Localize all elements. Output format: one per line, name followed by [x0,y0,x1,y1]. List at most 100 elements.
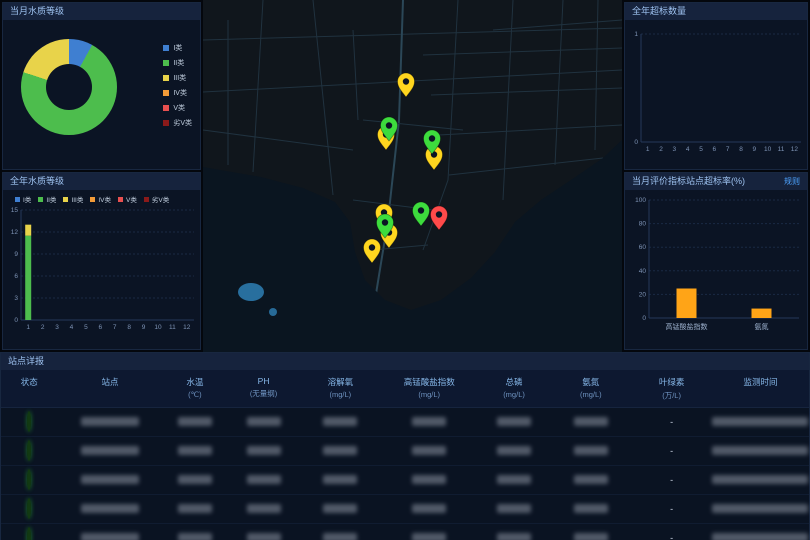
status-led [27,498,31,519]
svg-text:0: 0 [642,315,646,322]
status-led [27,469,31,490]
redacted-water-temp [178,533,212,540]
svg-text:12: 12 [11,229,19,236]
svg-text:8: 8 [127,324,131,331]
legend-item[interactable]: I类 [163,43,192,53]
redacted-ph [247,446,281,455]
rules-link[interactable]: 规则 [784,173,800,190]
svg-text:9: 9 [14,251,18,258]
redacted-monitor-time [712,446,808,455]
legend-label: II类 [173,58,184,68]
map-bay-highlight [238,283,264,301]
table-row[interactable]: - [1,408,809,437]
svg-text:9: 9 [753,146,757,153]
station-map[interactable] [203,0,622,352]
svg-text:3: 3 [55,324,59,331]
svg-text:0: 0 [634,139,638,146]
chlorophyll-value: - [631,417,712,427]
svg-text:12: 12 [791,146,799,153]
svg-text:2: 2 [41,324,45,331]
legend-item[interactable]: V类 [118,194,137,204]
redacted-dissolved-oxygen [323,533,357,540]
status-led [27,411,31,432]
panel-month-rate-header: 当月评价指标站点超标率(%) 规则 [625,173,807,190]
legend-item[interactable]: III类 [63,194,83,204]
legend-swatch [163,45,169,51]
redacted-station-name [81,475,139,484]
redacted-total-phosphorus [497,533,531,540]
svg-text:15: 15 [11,207,19,214]
svg-text:6: 6 [713,146,717,153]
legend-swatch [118,197,123,202]
redacted-dissolved-oxygen [323,504,357,513]
map-bay-highlight-small [269,308,277,316]
redacted-station-name [81,417,139,426]
redacted-permanganate-index [412,504,446,513]
redacted-ammonia-nitrogen [574,533,608,540]
map-canvas [203,0,622,352]
table-row[interactable]: - [1,524,809,540]
table-column-header: 高锰酸盐指数(mg/L) [381,376,478,401]
redacted-permanganate-index [412,446,446,455]
chlorophyll-value: - [631,475,712,485]
redacted-total-phosphorus [497,417,531,426]
table-row[interactable]: - [1,437,809,466]
legend-item[interactable]: II类 [163,58,192,68]
legend-item[interactable]: III类 [163,73,192,83]
redacted-monitor-time [712,475,808,484]
legend-swatch [163,60,169,66]
redacted-permanganate-index [412,475,446,484]
redacted-ammonia-nitrogen [574,446,608,455]
legend-item[interactable]: 劣V类 [144,194,169,204]
year-exceed-chart: 01123456789101112 [625,20,807,165]
status-led [27,527,31,540]
legend-item[interactable]: V类 [163,103,192,113]
svg-text:氨氮: 氨氮 [755,322,769,331]
svg-text:9: 9 [142,324,146,331]
legend-item[interactable]: IV类 [90,194,111,204]
legend-item[interactable]: I类 [15,194,31,204]
redacted-ammonia-nitrogen [574,504,608,513]
panel-year-quality: 全年水质等级 I类 II类 III类 IV类 V类 劣V类 0369121512… [2,172,201,350]
svg-text:10: 10 [154,324,162,331]
svg-text:11: 11 [169,324,176,331]
table-row[interactable]: - [1,466,809,495]
table-column-header: 溶解氧(mg/L) [300,376,381,401]
legend-label: 劣V类 [173,118,192,128]
svg-text:5: 5 [84,324,88,331]
svg-text:60: 60 [639,244,647,251]
redacted-total-phosphorus [497,504,531,513]
legend-label: II类 [46,194,56,204]
month-quality-donut-chart [21,39,117,135]
svg-text:20: 20 [639,291,647,298]
legend-label: I类 [23,194,31,204]
panel-month-quality: 当月水质等级 I类 II类 III类 IV类 V类 劣V类 [2,2,201,170]
table-column-header: 总磷(mg/L) [478,376,551,401]
table-row[interactable]: - [1,495,809,524]
table-column-header: 水温(℃) [163,376,228,401]
redacted-ph [247,475,281,484]
redacted-permanganate-index [412,533,446,540]
table-column-header: 状态 [1,376,58,401]
redacted-station-name [81,504,139,513]
table-column-header: PH(无量纲) [227,376,300,401]
table-column-header: 站点 [58,376,163,401]
legend-swatch [163,120,169,126]
redacted-water-temp [178,504,212,513]
legend-swatch [163,105,169,111]
table-column-header: 氨氮(mg/L) [550,376,631,401]
legend-item[interactable]: 劣V类 [163,118,192,128]
legend-item[interactable]: IV类 [163,88,192,98]
legend-swatch [38,197,43,202]
redacted-water-temp [178,446,212,455]
redacted-ammonia-nitrogen [574,475,608,484]
svg-text:8: 8 [739,146,743,153]
legend-label: IV类 [173,88,187,98]
svg-text:1: 1 [634,31,638,38]
panel-year-exceed-title: 全年超标数量 [632,3,686,20]
panel-station-table-title: 站点详报 [8,353,44,370]
svg-text:4: 4 [686,146,690,153]
legend-swatch [90,197,95,202]
legend-item[interactable]: II类 [38,194,56,204]
redacted-total-phosphorus [497,446,531,455]
